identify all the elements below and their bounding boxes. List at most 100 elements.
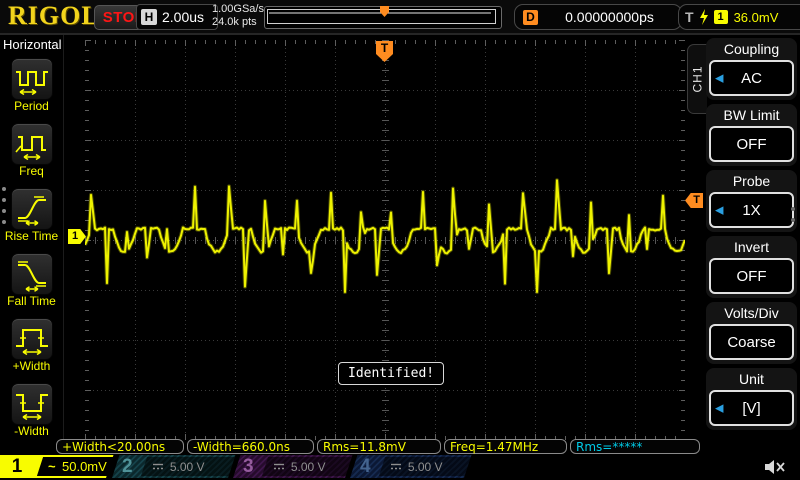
channel1-level-marker[interactable]: 1 — [68, 229, 86, 244]
left-arrow-icon: ◀ — [715, 72, 723, 85]
freq-button[interactable] — [11, 123, 53, 165]
channel2-scale: 5.00 V — [170, 460, 205, 474]
probe-value-text: 1X — [742, 202, 760, 219]
channel1-number: 1 — [0, 455, 34, 478]
measurement-minus-width[interactable]: -Width=660.0ns — [187, 439, 314, 454]
measurement-rms-ch1[interactable]: Rms=11.8mV — [317, 439, 441, 454]
left-arrow-icon: ◀ — [715, 402, 723, 415]
minus-width-button[interactable] — [11, 383, 53, 425]
channel1-scale-box: ~ 50.0mV — [37, 457, 117, 476]
measurement-plus-width[interactable]: +Width<20.00ns — [56, 439, 184, 454]
channel3-scale-box: 5.00 V — [262, 457, 352, 476]
bw-limit-value-text: OFF — [737, 136, 767, 153]
coupling-value-text: AC — [741, 70, 762, 87]
unit-value[interactable]: ◀ [V] — [709, 390, 794, 426]
freq-label: Freq — [0, 164, 63, 178]
bw-limit-item[interactable]: BW Limit OFF — [706, 104, 797, 166]
volts-div-value-text: Coarse — [727, 334, 775, 351]
measurement-freq[interactable]: Freq=1.47MHz — [444, 439, 567, 454]
period-button[interactable] — [11, 58, 53, 100]
plus-width-button[interactable] — [11, 318, 53, 360]
dc-coupling-icon — [390, 462, 402, 471]
bw-limit-label: BW Limit — [706, 104, 797, 123]
brand-logo: RIGOL — [8, 1, 100, 31]
delay-panel[interactable]: D 0.00000000ps — [514, 4, 682, 30]
delay-value: 0.00000000ps — [546, 9, 673, 25]
channel4-chip[interactable]: 4 5.00 V — [350, 455, 464, 478]
unit-label: Unit — [706, 368, 797, 387]
fall-time-icon — [12, 254, 52, 294]
top-status-bar: RIGOL STOP H 2.00us 1.00GSa/s 24.0k pts … — [0, 0, 800, 35]
channel3-number: 3 — [243, 455, 254, 478]
rise-time-button[interactable] — [11, 188, 53, 230]
channel2-chip[interactable]: 2 5.00 V — [112, 455, 228, 478]
waveform-preview-strip[interactable] — [264, 6, 502, 29]
trigger-label: T — [685, 9, 694, 25]
channel1-chip[interactable]: 1 ~ 50.0mV — [0, 455, 106, 478]
acquisition-info: 1.00GSa/s 24.0k pts — [212, 3, 264, 29]
sound-muted-button[interactable] — [763, 458, 787, 476]
timebase-value: 2.00us — [162, 9, 204, 25]
channel4-scale-box: 5.00 V — [379, 457, 471, 476]
plus-width-label: +Width — [0, 359, 63, 373]
delay-icon: D — [523, 10, 538, 25]
period-label: Period — [0, 99, 63, 113]
trigger-panel[interactable]: T 1 36.0mV — [678, 4, 800, 30]
invert-label: Invert — [706, 236, 797, 255]
invert-item[interactable]: Invert OFF — [706, 236, 797, 298]
plus-width-icon — [12, 319, 52, 359]
coupling-label: Coupling — [706, 38, 797, 57]
unit-value-text: [V] — [742, 400, 760, 417]
volts-div-item[interactable]: Volts/Div Coarse — [706, 302, 797, 364]
measure-menu-title: Horizontal — [3, 37, 62, 52]
ac-coupling-icon: ~ — [48, 459, 56, 474]
volts-div-value[interactable]: Coarse — [709, 324, 794, 360]
rising-edge-icon — [698, 9, 710, 25]
horizontal-timebase-panel[interactable]: H 2.00us — [136, 4, 218, 30]
measurement-rms-ch2[interactable]: Rms=***** — [570, 439, 700, 454]
volts-div-label: Volts/Div — [706, 302, 797, 321]
channel-tab-label: CH1 — [691, 65, 705, 92]
channel-status-bar: 1 ~ 50.0mV 2 5.00 V 3 — [0, 455, 800, 480]
channel4-number: 4 — [360, 455, 371, 478]
minus-width-label: -Width — [0, 424, 63, 438]
left-arrow-icon: ◀ — [715, 204, 723, 217]
menu-scroll-dots — [2, 187, 6, 224]
dc-coupling-icon — [273, 462, 285, 471]
rise-time-label: Rise Time — [0, 229, 63, 243]
trigger-level-marker[interactable]: T — [685, 193, 703, 208]
rise-time-icon — [12, 189, 52, 229]
fall-time-button[interactable] — [11, 253, 53, 295]
probe-label: Probe — [706, 170, 797, 189]
channel1-scale: 50.0mV — [62, 459, 107, 474]
fall-time-label: Fall Time — [0, 294, 63, 308]
speaker-muted-icon — [763, 458, 787, 476]
memory-depth: 24.0k pts — [212, 16, 264, 29]
coupling-item[interactable]: Coupling ◀ AC — [706, 38, 797, 100]
measure-menu: Horizontal Period Freq Rise Time — [0, 35, 64, 440]
dc-coupling-icon — [152, 462, 164, 471]
bw-limit-value[interactable]: OFF — [709, 126, 794, 162]
channel2-scale-box: 5.00 V — [141, 457, 235, 476]
trigger-source-badge: 1 — [714, 10, 728, 24]
horizontal-icon: H — [141, 9, 157, 25]
invert-value-text: OFF — [737, 268, 767, 285]
right-menu-page-dots — [791, 207, 795, 222]
sample-rate: 1.00GSa/s — [212, 3, 264, 16]
probe-value[interactable]: ◀ 1X — [709, 192, 794, 228]
channel4-scale: 5.00 V — [408, 460, 443, 474]
minus-width-icon — [12, 384, 52, 424]
probe-item[interactable]: Probe ◀ 1X — [706, 170, 797, 232]
coupling-value[interactable]: ◀ AC — [709, 60, 794, 96]
identified-popup: Identified! — [338, 362, 444, 385]
channel3-chip[interactable]: 3 5.00 V — [233, 455, 345, 478]
channel3-scale: 5.00 V — [291, 460, 326, 474]
unit-item[interactable]: Unit ◀ [V] — [706, 368, 797, 430]
period-icon — [12, 59, 52, 99]
channel-menu-tab: CH1 — [687, 44, 707, 114]
trigger-level-value: 36.0mV — [734, 10, 779, 25]
oscilloscope-screen: RIGOL STOP H 2.00us 1.00GSa/s 24.0k pts … — [0, 0, 800, 480]
freq-icon — [12, 124, 52, 164]
invert-value[interactable]: OFF — [709, 258, 794, 294]
channel2-number: 2 — [122, 455, 133, 478]
